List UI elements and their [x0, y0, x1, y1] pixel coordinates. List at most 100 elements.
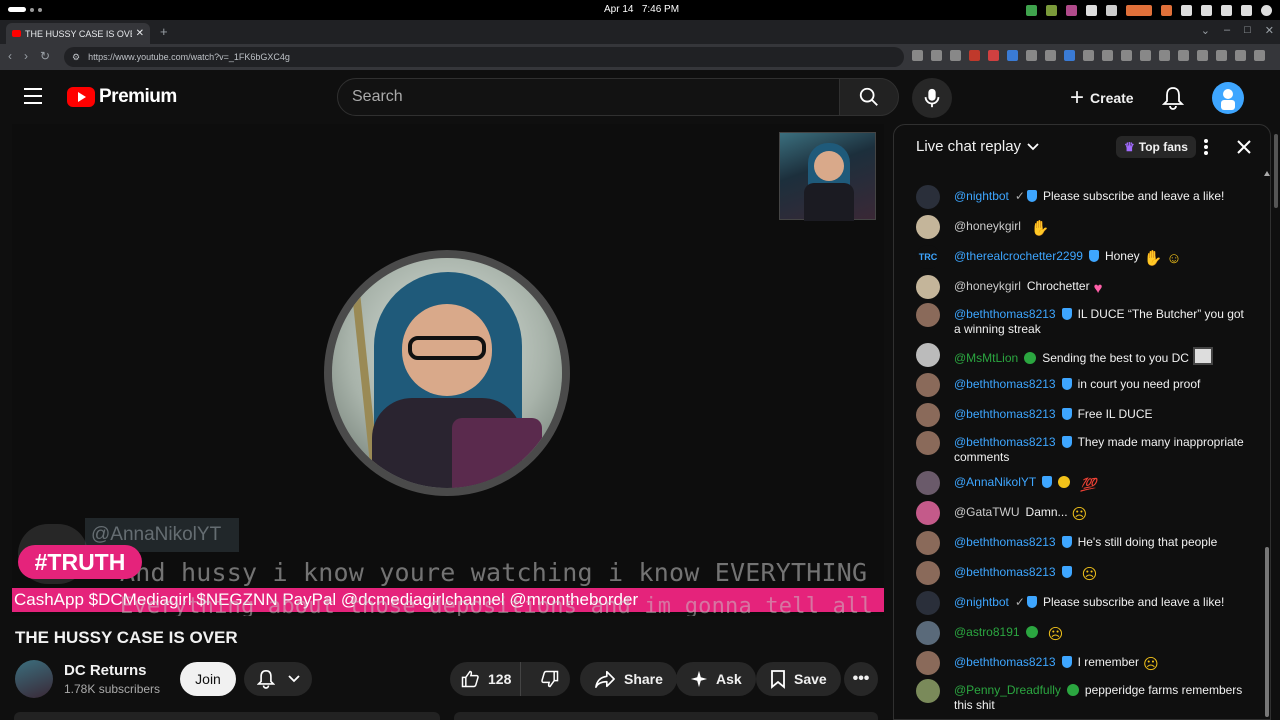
forward-icon[interactable]: › [24, 49, 28, 63]
tray-app-icon[interactable] [1046, 4, 1057, 16]
like-button[interactable]: 128 [450, 662, 522, 696]
close-tab-icon[interactable]: ✕ [136, 28, 144, 39]
message-author[interactable]: @beththomas8213 [954, 565, 1056, 579]
message-author[interactable]: @Penny_Dreadfully [954, 683, 1061, 697]
chat-scrollbar[interactable] [1264, 167, 1270, 719]
extension-icon[interactable] [1102, 50, 1113, 61]
tab-search-icon[interactable]: ⌄ [1201, 24, 1210, 37]
system-tray [1026, 2, 1272, 18]
microphone-icon[interactable] [1161, 4, 1172, 16]
menu-icon[interactable] [1254, 50, 1265, 61]
notifications-button[interactable] [1161, 86, 1186, 110]
sidebar-icon[interactable] [1197, 50, 1208, 61]
extension-icon[interactable] [1026, 50, 1037, 61]
more-actions-button[interactable]: ••• [844, 662, 878, 696]
message-author[interactable]: @beththomas8213 [954, 407, 1056, 421]
volume-icon[interactable] [1221, 4, 1232, 16]
message-author[interactable]: @MsMtLion [954, 351, 1018, 365]
create-button[interactable]: + Create [1060, 82, 1144, 114]
tray-app-icon[interactable] [1026, 4, 1037, 16]
channel-name[interactable]: DC Returns [64, 662, 147, 679]
save-button[interactable]: Save [756, 662, 841, 696]
tray-app-icon[interactable] [1066, 4, 1077, 16]
send-icon[interactable] [950, 50, 961, 61]
workspace-indicator[interactable] [8, 7, 26, 12]
close-chat-icon[interactable] [1234, 137, 1254, 157]
browser-tab[interactable]: THE HUSSY CASE IS OVER ✕ [6, 23, 150, 44]
puzzle-icon[interactable] [1121, 50, 1132, 61]
extension-icon[interactable] [1064, 50, 1075, 61]
extension-icon[interactable] [1140, 50, 1151, 61]
recording-indicator-icon[interactable] [1126, 4, 1152, 16]
extension-icon[interactable] [1045, 50, 1056, 61]
site-info-icon[interactable]: ⚙ [72, 52, 80, 63]
new-tab-icon[interactable]: + [160, 24, 168, 39]
subscription-notifications-button[interactable] [244, 662, 312, 696]
voice-search-button[interactable] [912, 78, 952, 118]
scrollbar-thumb[interactable] [1265, 547, 1269, 717]
message-author[interactable]: @beththomas8213 [954, 435, 1056, 449]
scroll-up-arrow-icon[interactable] [1264, 171, 1270, 176]
channel-watermark[interactable] [779, 132, 876, 221]
os-clock[interactable]: Apr 14 7:46 PM [604, 4, 679, 15]
workspace-dot[interactable] [30, 8, 34, 12]
related-panel[interactable] [454, 712, 878, 720]
address-bar[interactable]: ⚙ https://www.youtube.com/watch?v=_1FK6b… [64, 47, 904, 67]
zoom-icon[interactable] [931, 50, 942, 61]
media-icon[interactable] [1159, 50, 1170, 61]
message-author[interactable]: @nightbot [954, 189, 1009, 203]
account-avatar[interactable] [1212, 82, 1244, 114]
message-author[interactable]: @honeykgirl [954, 219, 1021, 233]
tray-app-icon[interactable] [1086, 4, 1097, 16]
ask-button[interactable]: Ask [676, 662, 756, 696]
page-scrollbar-thumb[interactable] [1274, 134, 1278, 208]
message-author[interactable]: @GataTWU [954, 505, 1020, 519]
message-author[interactable]: @beththomas8213 [954, 307, 1056, 321]
power-icon[interactable] [1261, 4, 1272, 16]
message-author[interactable]: @honeykgirl [954, 279, 1021, 293]
message-author[interactable]: @beththomas8213 [954, 535, 1056, 549]
message-author[interactable]: @AnnaNikolYT [954, 475, 1036, 489]
back-icon[interactable]: ‹ [8, 49, 12, 63]
bookmark-icon[interactable] [1178, 50, 1189, 61]
profile-icon[interactable] [1235, 50, 1246, 61]
message-author[interactable]: @beththomas8213 [954, 655, 1056, 669]
extension-icon[interactable] [1007, 50, 1018, 61]
top-fans-button[interactable]: ♛ Top fans [1116, 136, 1196, 158]
share-button[interactable]: Share [580, 662, 677, 696]
page-scrollbar[interactable] [1272, 124, 1280, 720]
search-button[interactable] [839, 78, 899, 116]
reload-icon[interactable]: ↻ [40, 49, 50, 63]
network-icon[interactable] [1181, 4, 1192, 16]
hundred-points-icon: 💯 [1080, 477, 1097, 492]
hamburger-menu-icon[interactable] [24, 88, 42, 104]
workspace-dot[interactable] [38, 8, 42, 12]
chat-more-options-icon[interactable] [1200, 137, 1212, 157]
message-author[interactable]: @therealcrochetter2299 [954, 249, 1083, 263]
message-author[interactable]: @beththomas8213 [954, 377, 1056, 391]
youtube-logo[interactable]: Premium [67, 86, 177, 108]
search-input[interactable] [352, 88, 839, 106]
dislike-button[interactable] [529, 662, 570, 696]
description-box[interactable] [14, 712, 440, 720]
extension-icon[interactable] [969, 50, 980, 61]
join-button[interactable]: Join [180, 662, 236, 696]
extension-icon[interactable] [1083, 50, 1094, 61]
download-icon[interactable] [1216, 50, 1227, 61]
message-author[interactable]: @nightbot [954, 595, 1009, 609]
maximize-icon[interactable]: □ [1244, 24, 1251, 37]
tray-app-icon[interactable] [1106, 4, 1117, 16]
extension-icon[interactable] [988, 50, 999, 61]
video-player[interactable]: @AnnaNikolYT And hussy i know youre watc… [12, 124, 884, 616]
message-text: I remember [1077, 655, 1139, 669]
minimize-icon[interactable]: – [1224, 24, 1230, 37]
bluetooth-icon[interactable] [1201, 4, 1212, 16]
message-body: @beththomas8213 Free IL DUCE [954, 407, 1244, 422]
battery-icon[interactable] [1241, 4, 1252, 16]
message-author[interactable]: @astro8191 [954, 625, 1020, 639]
chat-mode-dropdown[interactable]: Live chat replay [916, 138, 1039, 155]
member-badge-icon [1025, 626, 1038, 638]
channel-avatar[interactable] [15, 660, 53, 698]
cast-icon[interactable] [912, 50, 923, 61]
close-window-icon[interactable]: ✕ [1265, 24, 1274, 37]
